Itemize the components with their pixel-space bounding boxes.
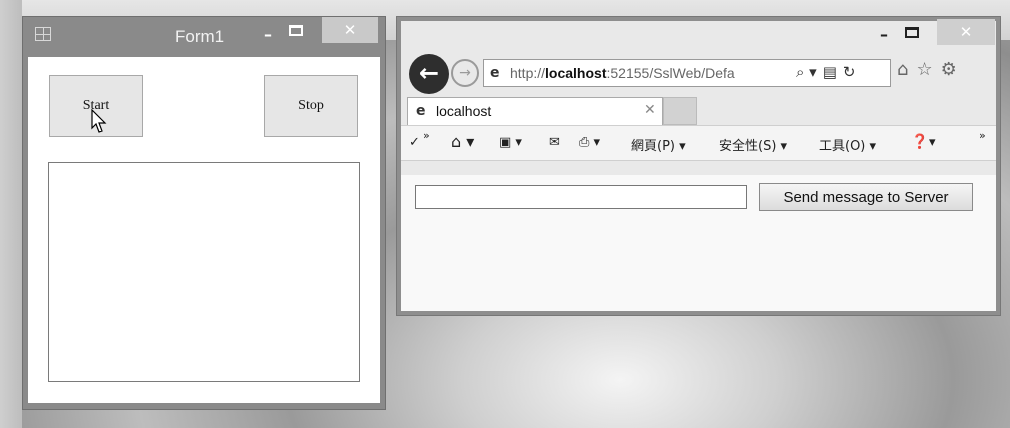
feeds-icon[interactable]: ▣ ▾ bbox=[499, 135, 522, 150]
forward-button[interactable]: → bbox=[451, 59, 479, 87]
search-icon[interactable]: ⌕ ▾ bbox=[796, 63, 817, 81]
compatibility-view-icon[interactable]: ▤ bbox=[823, 63, 837, 81]
help-icon[interactable]: ❓ bbox=[911, 134, 928, 150]
form1-title: Form1 bbox=[175, 27, 225, 46]
mouse-pointer-icon bbox=[91, 109, 107, 133]
browser-close-button[interactable]: ✕ bbox=[937, 19, 995, 45]
address-bar[interactable]: e http://localhost:52155/SslWeb/Defa ⌕ ▾… bbox=[483, 59, 891, 87]
browser-window: ← → e http://localhost:52155/SslWeb/Defa… bbox=[396, 16, 1001, 316]
back-button[interactable]: ← bbox=[409, 54, 449, 94]
maximize-button[interactable] bbox=[289, 25, 303, 36]
desktop-edge bbox=[0, 0, 22, 428]
log-listbox[interactable] bbox=[48, 162, 360, 382]
tools-menu[interactable]: 工具(O) ▾ bbox=[819, 135, 876, 154]
gear-icon[interactable]: ⚙ bbox=[941, 59, 957, 80]
ie-logo-icon: e bbox=[490, 65, 500, 81]
home-menu-icon[interactable]: ⌂ ▾ bbox=[451, 132, 474, 151]
mail-icon[interactable]: ✉ bbox=[549, 135, 560, 150]
favorites-bar-icon[interactable]: ✓ bbox=[409, 135, 420, 150]
browser-chrome: ← → e http://localhost:52155/SslWeb/Defa… bbox=[401, 21, 996, 175]
home-icon[interactable]: ⌂ bbox=[897, 59, 908, 80]
print-icon[interactable]: ⎙ ▾ bbox=[579, 135, 600, 150]
send-message-button[interactable]: Send message to Server bbox=[759, 183, 973, 211]
ie-page-icon: e bbox=[416, 103, 426, 119]
favorites-star-icon[interactable]: ☆ bbox=[916, 59, 932, 80]
tab-localhost[interactable]: e localhost ✕ bbox=[407, 97, 663, 125]
form1-window: Form1 – ✕ Start Stop bbox=[22, 16, 386, 410]
chevron-left-icon[interactable]: » bbox=[423, 129, 430, 142]
browser-toolbar-icons: ⌂ ☆ ⚙ bbox=[897, 59, 965, 80]
url-text[interactable]: http://localhost:52155/SslWeb/Defa bbox=[510, 65, 735, 81]
safety-menu[interactable]: 安全性(S) ▾ bbox=[719, 135, 787, 154]
chevron-right-icon[interactable]: » bbox=[979, 129, 986, 142]
message-input[interactable] bbox=[415, 185, 747, 209]
page-menu[interactable]: 網頁(P) ▾ bbox=[631, 135, 686, 154]
app-icon bbox=[35, 27, 51, 41]
command-bar: ✓ » ⌂ ▾ ▣ ▾ ✉ ⎙ ▾ 網頁(P) ▾ 安全性(S) ▾ 工具(O)… bbox=[401, 125, 996, 161]
close-button[interactable]: ✕ bbox=[322, 17, 378, 43]
form1-titlebar[interactable]: Form1 – ✕ bbox=[23, 17, 385, 57]
help-menu-arrow[interactable]: ▾ bbox=[929, 135, 936, 150]
browser-maximize-button[interactable] bbox=[905, 27, 919, 38]
tab-close-icon[interactable]: ✕ bbox=[644, 102, 656, 118]
browser-minimize-button[interactable]: – bbox=[871, 23, 897, 47]
new-tab-button[interactable] bbox=[663, 97, 697, 125]
tab-label: localhost bbox=[436, 103, 492, 119]
stop-button[interactable]: Stop bbox=[264, 75, 358, 137]
address-tools: ⌕ ▾ ▤ ↻ bbox=[796, 63, 861, 81]
refresh-icon[interactable]: ↻ bbox=[843, 63, 856, 81]
minimize-button[interactable]: – bbox=[255, 23, 281, 47]
page-content: Send message to Server bbox=[401, 175, 996, 311]
form1-client-area: Start Stop bbox=[28, 57, 380, 403]
